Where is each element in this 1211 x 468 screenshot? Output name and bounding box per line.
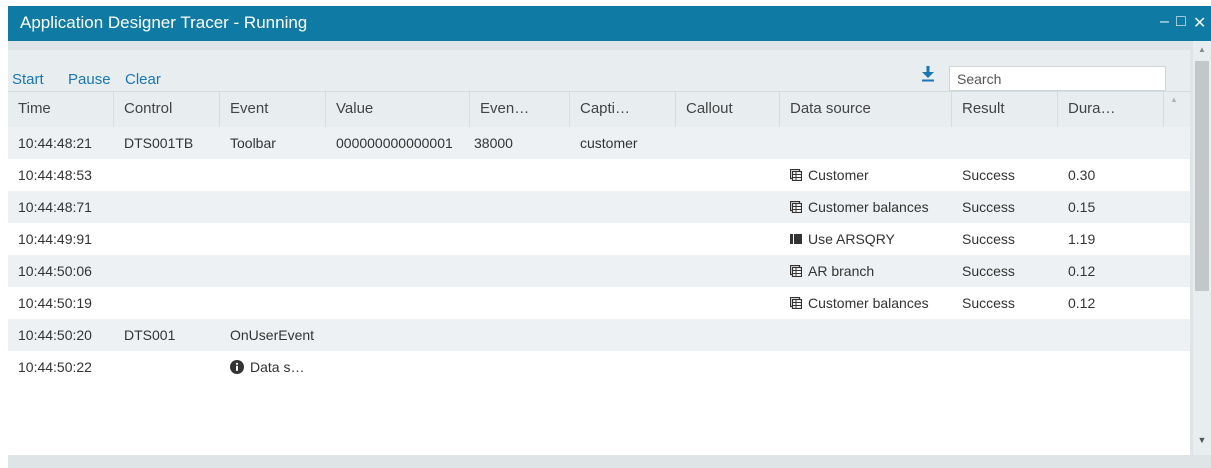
table-row[interactable]: 10:44:48:21 DTS001TB Toolbar 00000000000…	[8, 127, 1190, 159]
cell-result: Success	[962, 199, 1015, 215]
maximize-icon[interactable]: □	[1176, 13, 1186, 31]
search-input[interactable]	[949, 66, 1166, 91]
cell-data-source: Customer	[780, 159, 869, 191]
cell-event-id: 38000	[474, 135, 513, 151]
vertical-scrollbar[interactable]: ▲ ▼	[1193, 41, 1211, 455]
info-icon	[230, 360, 244, 374]
cell-caption: customer	[580, 135, 638, 151]
window-title: Application Designer Tracer - Running	[20, 13, 308, 32]
table-icon	[790, 297, 802, 309]
cell-time: 10:44:50:06	[18, 263, 92, 279]
cell-duration: 0.30	[1068, 167, 1096, 183]
column-header-control[interactable]: Control	[114, 92, 220, 128]
grid-header: Time Control Event Value Even… Capti… Ca…	[8, 91, 1190, 128]
cell-value: 000000000000001	[336, 135, 453, 151]
data-source-label: AR branch	[808, 263, 875, 279]
cell-event: OnUserEvent	[230, 327, 315, 343]
table-icon	[790, 265, 802, 277]
data-source-label: Customer	[808, 167, 869, 183]
column-header-caption[interactable]: Capti…	[570, 92, 676, 128]
query-icon	[790, 234, 802, 244]
column-header-callout[interactable]: Callout	[676, 92, 780, 128]
minimize-icon[interactable]: –	[1160, 13, 1169, 31]
column-header-value[interactable]: Value	[326, 92, 470, 128]
clear-button[interactable]: Clear	[125, 71, 161, 88]
cell-data-source: Customer balances	[780, 287, 929, 319]
close-icon[interactable]: ✕	[1193, 13, 1206, 33]
table-row[interactable]: 10:44:48:71 Customer balances Success 0.…	[8, 191, 1190, 223]
download-icon[interactable]	[921, 66, 935, 82]
cell-result: Success	[962, 231, 1015, 247]
cell-duration: 0.15	[1068, 199, 1096, 215]
grid-body: 10:44:48:21 DTS001TB Toolbar 00000000000…	[8, 127, 1190, 455]
data-source-label: Customer balances	[808, 295, 929, 311]
data-source-label: Customer balances	[808, 199, 929, 215]
cell-control: DTS001TB	[124, 135, 194, 151]
table-row[interactable]: 10:44:48:53 Customer Success 0.30	[8, 159, 1190, 191]
table-row[interactable]: 10:44:50:19 Customer balances Success 0.…	[8, 287, 1190, 319]
cell-time: 10:44:48:21	[18, 135, 92, 151]
tracer-panel: Start Pause Clear Time Control Event Val…	[8, 41, 1211, 468]
cell-data-source: AR branch	[780, 255, 874, 287]
cell-time: 10:44:50:20	[18, 327, 92, 343]
column-header-result[interactable]: Result	[952, 92, 1058, 128]
cell-data-source: Use ARSQRY	[780, 223, 895, 255]
cell-time: 10:44:50:22	[18, 359, 92, 375]
column-header-event-id[interactable]: Even…	[470, 92, 570, 128]
table-row[interactable]: 10:44:50:20 DTS001 OnUserEvent	[8, 319, 1190, 351]
event-label: Data s…	[250, 359, 305, 375]
cell-event: Toolbar	[230, 135, 276, 151]
data-source-label: Use ARSQRY	[808, 231, 895, 247]
cell-duration: 0.12	[1068, 263, 1096, 279]
column-header-data-source[interactable]: Data source	[780, 92, 952, 128]
cell-result: Success	[962, 295, 1015, 311]
cell-control: DTS001	[124, 327, 176, 343]
table-icon	[790, 169, 802, 181]
pause-button[interactable]: Pause	[68, 71, 111, 88]
table-row[interactable]: 10:44:49:91 Use ARSQRY Success 1.19	[8, 223, 1190, 255]
cell-time: 10:44:48:71	[18, 199, 92, 215]
table-row[interactable]: 10:44:50:06 AR branch Success 0.12	[8, 255, 1190, 287]
column-header-duration[interactable]: Dura…	[1058, 92, 1164, 128]
grid-scroll-up-icon[interactable]: ▲	[1170, 95, 1178, 104]
cell-duration: 1.19	[1068, 231, 1096, 247]
cell-event: Data s…	[220, 351, 304, 383]
scroll-down-icon[interactable]: ▼	[1193, 435, 1211, 445]
table-icon	[790, 201, 802, 213]
cell-result: Success	[962, 167, 1015, 183]
cell-result: Success	[962, 263, 1015, 279]
window-titlebar: Application Designer Tracer - Running – …	[8, 6, 1211, 41]
column-header-event[interactable]: Event	[220, 92, 326, 128]
cell-duration: 0.12	[1068, 295, 1096, 311]
start-button[interactable]: Start	[12, 71, 44, 88]
cell-time: 10:44:50:19	[18, 295, 92, 311]
cell-time: 10:44:49:91	[18, 231, 92, 247]
column-header-time[interactable]: Time	[8, 92, 114, 128]
scroll-thumb[interactable]	[1195, 61, 1209, 291]
table-row[interactable]: 10:44:50:22 Data s…	[8, 351, 1190, 383]
scroll-up-icon[interactable]: ▲	[1193, 45, 1211, 54]
cell-data-source: Customer balances	[780, 191, 929, 223]
cell-time: 10:44:48:53	[18, 167, 92, 183]
